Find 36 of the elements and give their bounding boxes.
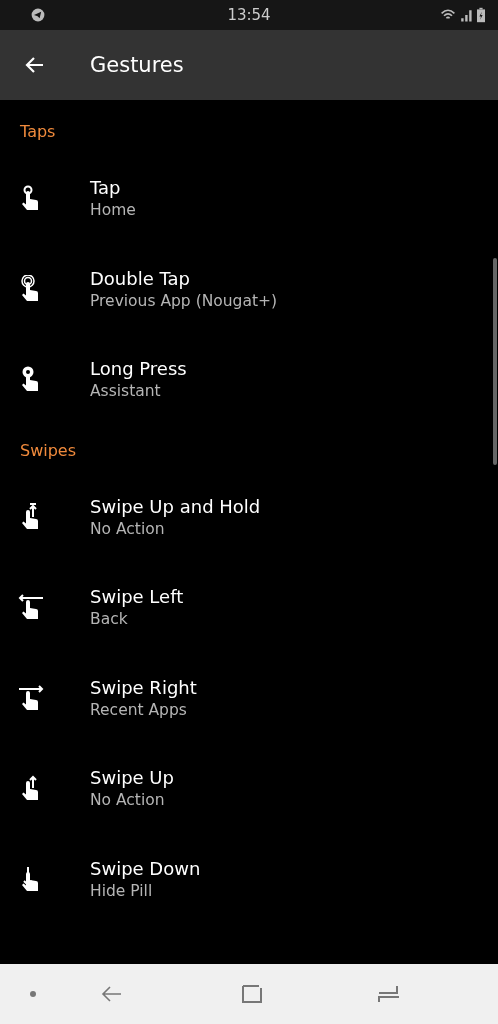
screen-title: Gestures	[90, 53, 184, 77]
gesture-setting[interactable]: Swipe Up No Action	[0, 743, 498, 834]
gesture-setting[interactable]: Swipe Right Recent Apps	[0, 652, 498, 743]
setting-value: Assistant	[90, 382, 161, 401]
swipe-hand-icon	[17, 593, 45, 622]
setting-title: Swipe Up and Hold	[90, 495, 261, 517]
setting-value: Previous App (Nougat+)	[90, 291, 278, 310]
setting-title: Double Tap	[90, 267, 190, 289]
section-header: Taps	[20, 121, 56, 143]
gesture-setting[interactable]: Swipe Down Hide Pill	[0, 833, 498, 924]
setting-value: Home	[90, 201, 136, 220]
battery-icon	[476, 7, 486, 23]
telegram-icon	[30, 7, 46, 23]
setting-title: Swipe Right	[90, 676, 197, 698]
setting-value: No Action	[90, 791, 165, 810]
setting-value: Back	[90, 610, 128, 629]
gesture-setting[interactable]: Swipe Up and Hold No Action	[0, 471, 498, 562]
signal-icon	[458, 7, 474, 23]
gesture-setting[interactable]: Long Press Assistant	[0, 334, 498, 425]
setting-value: No Action	[90, 519, 165, 538]
setting-title: Swipe Left	[90, 586, 184, 608]
scrollbar[interactable]	[493, 258, 497, 465]
setting-value: Recent Apps	[90, 700, 187, 719]
dot-button[interactable]	[28, 989, 38, 999]
home-button[interactable]	[240, 982, 264, 1006]
swipe-hand-icon	[17, 683, 45, 712]
gesture-setting[interactable]: Swipe Left Back	[0, 562, 498, 653]
gesture-setting[interactable]: Tap Home	[0, 153, 498, 244]
gesture-setting[interactable]: Double Tap Previous App (Nougat+)	[0, 243, 498, 334]
setting-title: Swipe Down	[90, 857, 201, 879]
setting-title: Tap	[90, 177, 121, 199]
setting-title: Swipe Up	[90, 767, 174, 789]
status-time: 13:54	[226, 6, 272, 24]
setting-value: Hide Pill	[90, 881, 153, 900]
setting-title: Long Press	[90, 358, 187, 380]
section-header: Swipes	[20, 439, 77, 462]
